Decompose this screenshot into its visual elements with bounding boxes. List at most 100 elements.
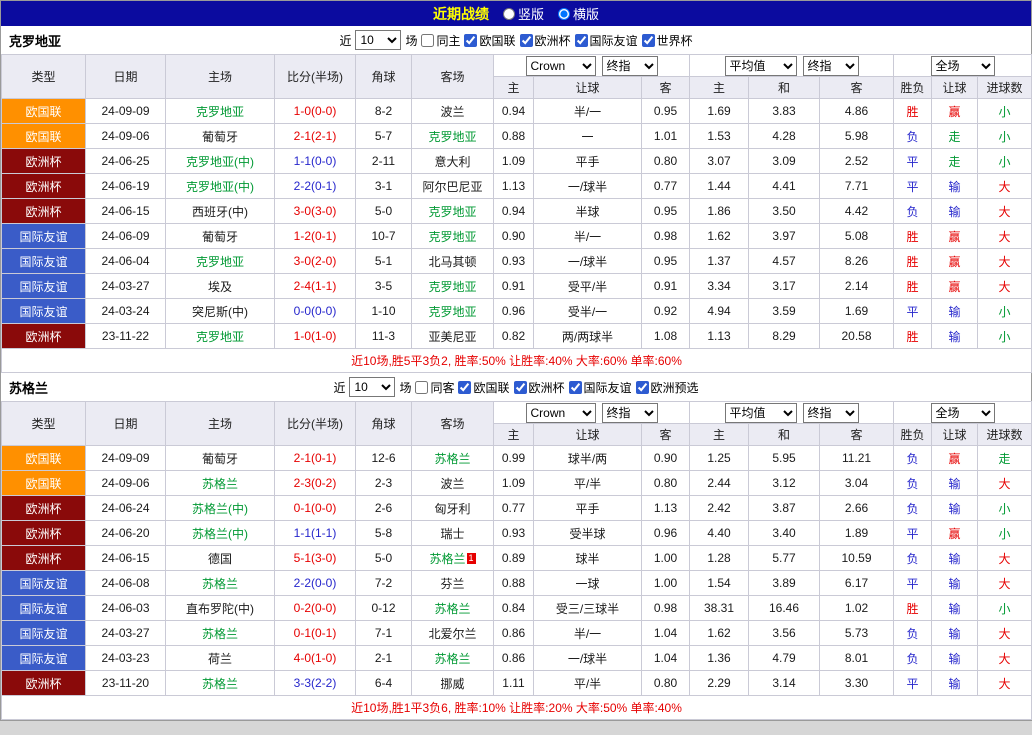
full-match-select[interactable]: 全场 [930, 55, 995, 76]
comp-input[interactable] [464, 33, 478, 47]
away-team: 克罗地亚 [411, 198, 494, 224]
average-select[interactable]: 平均值 [724, 402, 797, 423]
result-handicap: 输 [931, 670, 979, 696]
away-odds: 0.80 [641, 148, 690, 174]
comp-checkbox[interactable]: 欧洲预选 [635, 379, 699, 396]
comp-checkbox[interactable]: 世界杯 [641, 32, 693, 49]
comp-checkbox[interactable]: 欧洲杯 [513, 379, 565, 396]
match-date: 24-06-15 [85, 545, 166, 571]
bookmaker-select[interactable]: Crown [525, 55, 596, 76]
competition-badge: 欧洲杯 [1, 148, 86, 174]
same-venue-input[interactable] [421, 33, 435, 47]
comp-input[interactable] [519, 33, 533, 47]
section-bar: 克罗地亚 近 10 场 同主 欧国联 欧洲杯 国际友谊 世界杯 [1, 26, 1031, 54]
layout-vertical-option[interactable]: 竖版 [502, 4, 544, 23]
comp-checkbox[interactable]: 欧洲杯 [519, 32, 571, 49]
corners: 2-6 [355, 495, 412, 521]
match-row: 国际友谊 24-06-09 葡萄牙 1-2(0-1) 10-7 克罗地亚 0.90 半/一 0.… [1, 223, 1032, 249]
full-match-select[interactable]: 全场 [930, 402, 995, 423]
avg-away-odds: 6.17 [818, 570, 895, 596]
vertical-radio[interactable] [502, 7, 515, 20]
comp-checkbox[interactable]: 欧国联 [464, 32, 516, 49]
horizontal-radio[interactable] [558, 7, 570, 20]
avg-home-odds: 1.62 [689, 223, 749, 249]
away-team: 苏格兰 [411, 445, 494, 471]
comp-input[interactable] [574, 33, 588, 47]
comp-checkbox[interactable]: 欧国联 [458, 379, 510, 396]
home-odds: 1.09 [493, 470, 534, 496]
avg-draw-odds: 4.28 [748, 123, 820, 149]
home-team: 直布罗陀(中) [165, 595, 275, 621]
avg-away-odds: 5.08 [818, 223, 895, 249]
sub-handicap: 让球 [533, 76, 642, 99]
col-away: 客场 [411, 401, 494, 446]
away-team: 克罗地亚 [411, 223, 494, 249]
same-venue-checkbox[interactable]: 同主 [421, 32, 460, 49]
avg-home-odds: 1.25 [689, 445, 749, 471]
odds-stage-select[interactable]: 终指 [601, 402, 658, 423]
avg-draw-odds: 4.79 [748, 645, 820, 671]
average-stage-select[interactable]: 终指 [802, 402, 859, 423]
away-team: 苏格兰 [411, 645, 494, 671]
match-date: 24-03-24 [85, 298, 166, 324]
same-venue-input[interactable] [415, 380, 429, 394]
handicap-line: 两/两球半 [533, 323, 642, 349]
handicap-line: 一/球半 [533, 173, 642, 199]
team-name: 克罗地亚 [9, 33, 62, 49]
comp-input[interactable] [568, 380, 582, 394]
layout-horizontal-option[interactable]: 横版 [558, 4, 599, 23]
average-select[interactable]: 平均值 [724, 55, 797, 76]
corners: 10-7 [355, 223, 412, 249]
col-corner: 角球 [355, 54, 412, 99]
avg-home-odds: 4.40 [689, 520, 749, 546]
sub-wdl: 胜负 [893, 76, 933, 99]
same-venue-checkbox[interactable]: 同客 [415, 379, 454, 396]
away-team: 挪威 [411, 670, 494, 696]
away-team: 波兰 [411, 470, 494, 496]
home-odds: 1.11 [493, 670, 534, 696]
summary-row: 近10场,胜5平3负2, 胜率:50% 让胜率:40% 大率:60% 单率:60… [0, 348, 1032, 373]
comp-input[interactable] [458, 380, 472, 394]
comp-input[interactable] [635, 380, 649, 394]
home-odds: 0.86 [493, 620, 534, 646]
score: 1-0(1-0) [274, 323, 356, 349]
home-team: 苏格兰 [165, 470, 275, 496]
match-row: 欧国联 24-09-09 克罗地亚 1-0(0-0) 8-2 波兰 0.94 半/一 0.95 1… [1, 98, 1032, 124]
comp-checkbox[interactable]: 国际友谊 [568, 379, 632, 396]
competition-badge: 国际友谊 [1, 570, 86, 596]
avg-home-odds: 1.86 [689, 198, 749, 224]
comp-input[interactable] [513, 380, 527, 394]
match-date: 24-03-23 [85, 645, 166, 671]
match-count-select[interactable]: 10 [355, 30, 402, 50]
result-handicap: 赢 [931, 223, 979, 249]
result-handicap: 输 [931, 298, 979, 324]
match-table: 类型 日期 主场 比分(半场) 角球 客场 Crown 终指 平均值 终指 全场… [0, 54, 1032, 373]
games-label: 场 [399, 380, 412, 395]
average-stage-select[interactable]: 终指 [802, 55, 859, 76]
competition-badge: 欧洲杯 [1, 670, 86, 696]
odds-stage-select[interactable]: 终指 [601, 55, 658, 76]
result-win-draw-loss: 平 [893, 148, 933, 174]
home-team: 克罗地亚(中) [165, 173, 275, 199]
home-team: 荷兰 [165, 645, 275, 671]
avg-draw-odds: 3.83 [748, 98, 820, 124]
bookmaker-select[interactable]: Crown [525, 402, 596, 423]
result-goals: 大 [977, 620, 1032, 646]
result-handicap: 输 [931, 198, 979, 224]
sub-handicap: 让球 [533, 423, 642, 446]
sub-goals-result: 进球数 [977, 76, 1032, 99]
col-corner: 角球 [355, 401, 412, 446]
comp-checkbox[interactable]: 国际友谊 [574, 32, 638, 49]
match-table: 类型 日期 主场 比分(半场) 角球 客场 Crown 终指 平均值 终指 全场… [0, 401, 1032, 720]
corners: 12-6 [355, 445, 412, 471]
comp-input[interactable] [641, 33, 655, 47]
result-goals: 小 [977, 298, 1032, 324]
home-odds: 1.13 [493, 173, 534, 199]
sub-avg-away: 客 [818, 76, 895, 99]
competition-badge: 欧洲杯 [1, 323, 86, 349]
sub-handicap-result: 让球 [931, 76, 979, 99]
match-date: 24-06-04 [85, 248, 166, 274]
match-count-select[interactable]: 10 [349, 377, 396, 397]
away-odds: 0.80 [641, 670, 690, 696]
summary-text: 近10场,胜1平3负6, 胜率:10% 让胜率:20% 大率:50% 单率:40… [0, 695, 1032, 720]
